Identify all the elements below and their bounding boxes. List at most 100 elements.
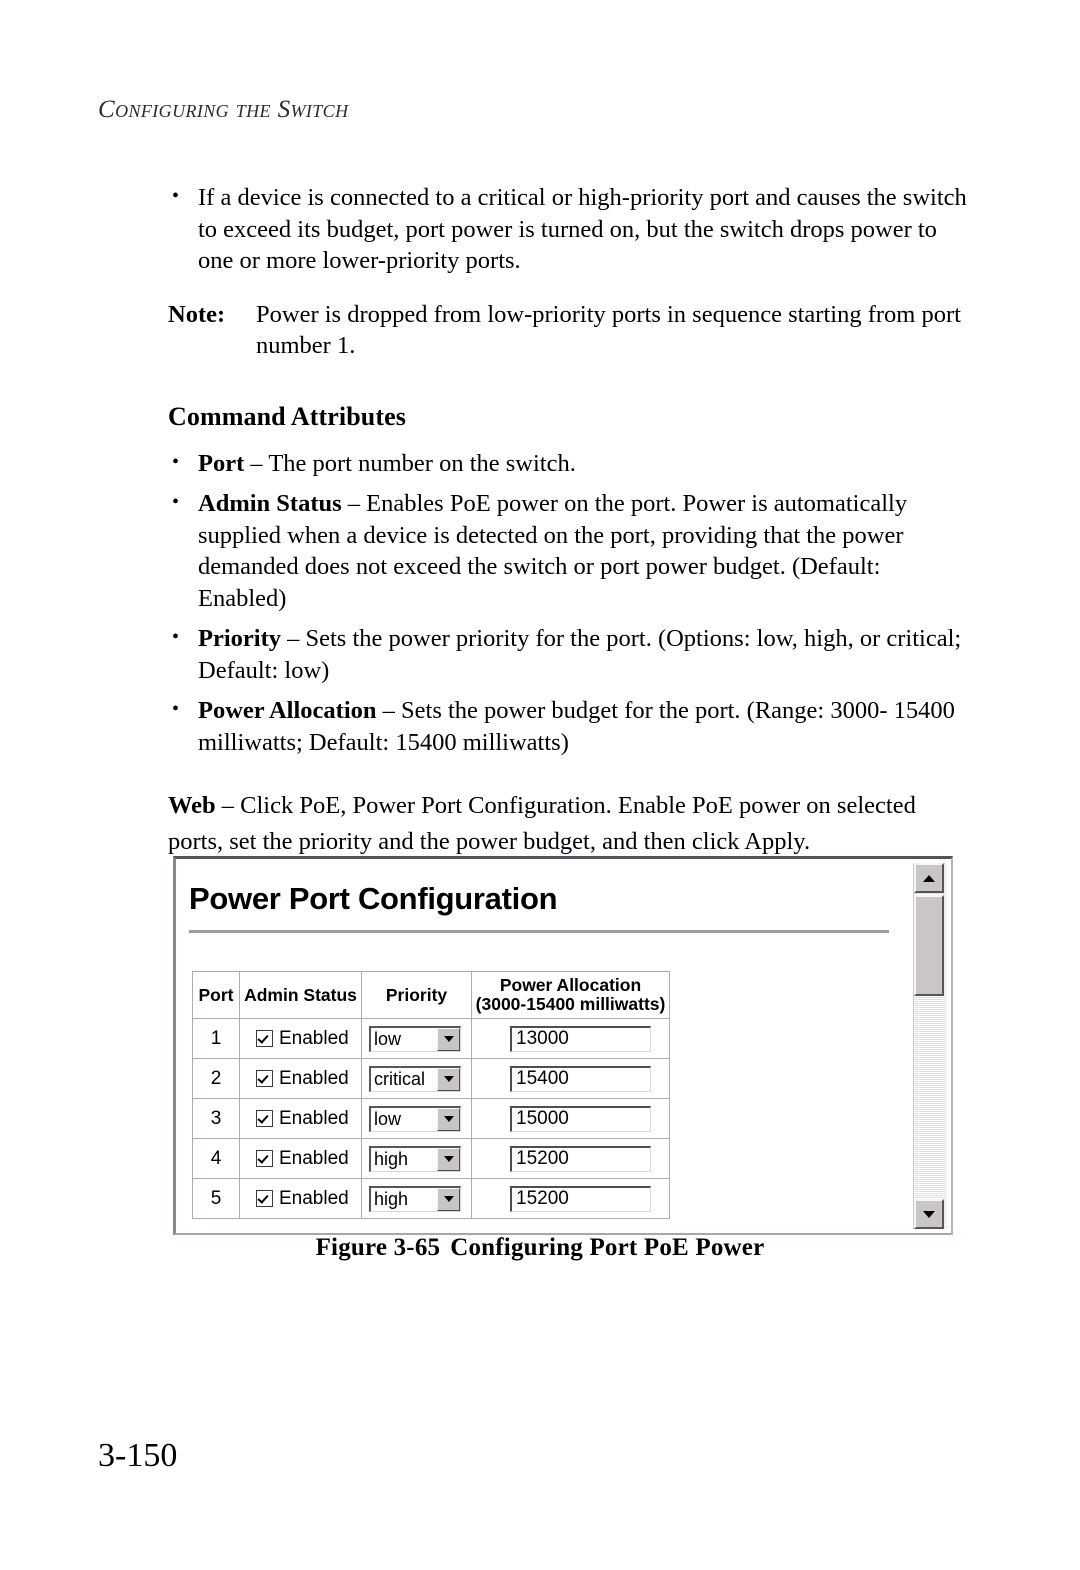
priority-select-value: high — [374, 1188, 409, 1209]
column-header-priority: Priority — [361, 971, 472, 1019]
attribute-name: Port — [198, 449, 245, 477]
bullet-dot-icon: • — [172, 491, 180, 513]
web-instructions-paragraph: Web – Click PoE, Power Port Configuratio… — [168, 788, 968, 860]
column-header-port: Port — [192, 971, 240, 1019]
triangle-up-icon — [923, 874, 935, 882]
checkbox-checked-icon[interactable] — [256, 1030, 273, 1047]
note-block: Note: Power is dropped from low-priority … — [168, 299, 968, 362]
chevron-down-icon[interactable] — [437, 1027, 460, 1051]
priority-select[interactable]: high — [369, 1185, 461, 1212]
cell-port: 4 — [192, 1138, 240, 1179]
page-number: 3-150 — [98, 1437, 178, 1474]
cell-priority: critical — [361, 1058, 472, 1099]
screenshot-figure: Power Port Configuration Port Admin Stat… — [173, 856, 953, 1235]
attribute-item-power-allocation: • Power Allocation – Sets the power budge… — [168, 695, 968, 758]
admin-status-label: Enabled — [279, 1107, 349, 1129]
page-content: • If a device is connected to a critical … — [168, 182, 968, 860]
admin-status-label: Enabled — [279, 1067, 349, 1089]
cell-power-allocation: 15200 — [471, 1138, 670, 1179]
cell-admin-status: Enabled — [239, 1098, 362, 1139]
admin-status-checkbox-wrap[interactable]: Enabled — [247, 1148, 361, 1170]
attribute-name: Admin Status — [198, 490, 342, 517]
cell-power-allocation: 15400 — [471, 1058, 670, 1099]
scroll-up-button[interactable] — [914, 863, 944, 893]
table-header-row: Port Admin Status Priority Power Allocat… — [192, 971, 670, 1019]
attribute-item-port: • Port – The port number on the switch. — [168, 448, 968, 480]
power-allocation-input[interactable]: 13000 — [510, 1025, 651, 1052]
figure-number: Figure 3-65 — [315, 1234, 441, 1261]
web-label: Web — [168, 792, 216, 819]
priority-select-value: high — [374, 1148, 409, 1169]
admin-status-label: Enabled — [279, 1147, 349, 1169]
cell-priority: high — [361, 1178, 472, 1219]
admin-status-checkbox-wrap[interactable]: Enabled — [247, 1068, 361, 1090]
admin-status-label: Enabled — [279, 1027, 349, 1049]
cell-priority: high — [361, 1138, 472, 1179]
cell-power-allocation: 15000 — [471, 1098, 670, 1139]
web-text: Click PoE, Power Port Configuration. Ena… — [168, 792, 916, 855]
admin-status-checkbox-wrap[interactable]: Enabled — [247, 1188, 361, 1210]
scrollbar-thumb[interactable] — [914, 895, 944, 996]
cell-power-allocation: 13000 — [471, 1018, 670, 1059]
attribute-item-priority: • Priority – Sets the power priority for … — [168, 623, 968, 686]
cell-priority: low — [361, 1098, 472, 1139]
table-row: 2 Enabled critical 15400 — [192, 1058, 670, 1099]
note-label: Note: — [168, 300, 226, 328]
cell-port: 1 — [192, 1018, 240, 1059]
power-allocation-input[interactable]: 15200 — [510, 1145, 651, 1172]
power-allocation-input[interactable]: 15200 — [510, 1185, 651, 1212]
app-panel-body: Power Port Configuration Port Admin Stat… — [176, 859, 904, 1233]
priority-select[interactable]: low — [369, 1105, 461, 1132]
attribute-name: Priority — [198, 625, 281, 652]
priority-select[interactable]: low — [369, 1025, 461, 1052]
power-allocation-input[interactable]: 15000 — [510, 1105, 651, 1132]
cell-port: 5 — [192, 1178, 240, 1219]
command-attributes-heading: Command Attributes — [168, 401, 406, 431]
bullet-dot-icon: • — [172, 626, 180, 648]
note-text: Power is dropped from low-priority ports… — [256, 300, 961, 360]
chevron-down-icon[interactable] — [437, 1147, 460, 1171]
web-dash: – — [215, 792, 241, 819]
checkbox-checked-icon[interactable] — [256, 1150, 273, 1167]
priority-select[interactable]: critical — [369, 1065, 461, 1092]
chevron-down-icon[interactable] — [437, 1067, 460, 1091]
power-allocation-range: (3000-15400 milliwatts) — [475, 994, 666, 1014]
figure-title: Configuring Port PoE Power — [450, 1234, 765, 1261]
triangle-down-icon — [923, 1210, 935, 1218]
table-row: 5 Enabled high 15200 — [192, 1178, 670, 1219]
column-header-power-allocation: Power Allocation (3000-15400 milliwatts) — [471, 971, 670, 1019]
cell-power-allocation: 15200 — [471, 1178, 670, 1219]
admin-status-checkbox-wrap[interactable]: Enabled — [247, 1028, 361, 1050]
bullet-dot-icon: • — [172, 185, 180, 207]
column-header-admin-status: Admin Status — [239, 971, 362, 1019]
priority-select-value: critical — [374, 1068, 426, 1089]
attribute-description: Sets the power priority for the port. (O… — [198, 625, 962, 684]
power-allocation-title: Power Allocation — [499, 975, 642, 995]
admin-status-label: Enabled — [279, 1187, 349, 1209]
scroll-down-button[interactable] — [914, 1199, 944, 1229]
checkbox-checked-icon[interactable] — [256, 1110, 273, 1127]
cell-port: 3 — [192, 1098, 240, 1139]
table-row: 1 Enabled low 13000 — [192, 1018, 670, 1059]
panel-title: Power Port Configuration — [189, 881, 558, 916]
cell-admin-status: Enabled — [239, 1018, 362, 1059]
attribute-dash: – — [376, 697, 402, 724]
bullet-dot-icon: • — [172, 698, 180, 720]
checkbox-checked-icon[interactable] — [256, 1190, 273, 1207]
scrollbar-track[interactable] — [913, 863, 946, 1229]
admin-status-checkbox-wrap[interactable]: Enabled — [247, 1108, 361, 1130]
power-allocation-input[interactable]: 15400 — [510, 1065, 651, 1092]
cell-port: 2 — [192, 1058, 240, 1099]
attribute-dash: – — [281, 625, 306, 652]
attribute-name: Power Allocation — [198, 697, 377, 724]
chevron-down-icon[interactable] — [437, 1187, 460, 1211]
cell-admin-status: Enabled — [239, 1138, 362, 1179]
checkbox-checked-icon[interactable] — [256, 1070, 273, 1087]
cell-priority: low — [361, 1018, 472, 1059]
cell-admin-status: Enabled — [239, 1178, 362, 1219]
vertical-scrollbar[interactable] — [907, 859, 951, 1233]
chevron-down-icon[interactable] — [437, 1107, 460, 1131]
priority-select[interactable]: high — [369, 1145, 461, 1172]
running-head: Configuring the Switch — [98, 96, 349, 123]
priority-select-value: low — [374, 1108, 402, 1129]
